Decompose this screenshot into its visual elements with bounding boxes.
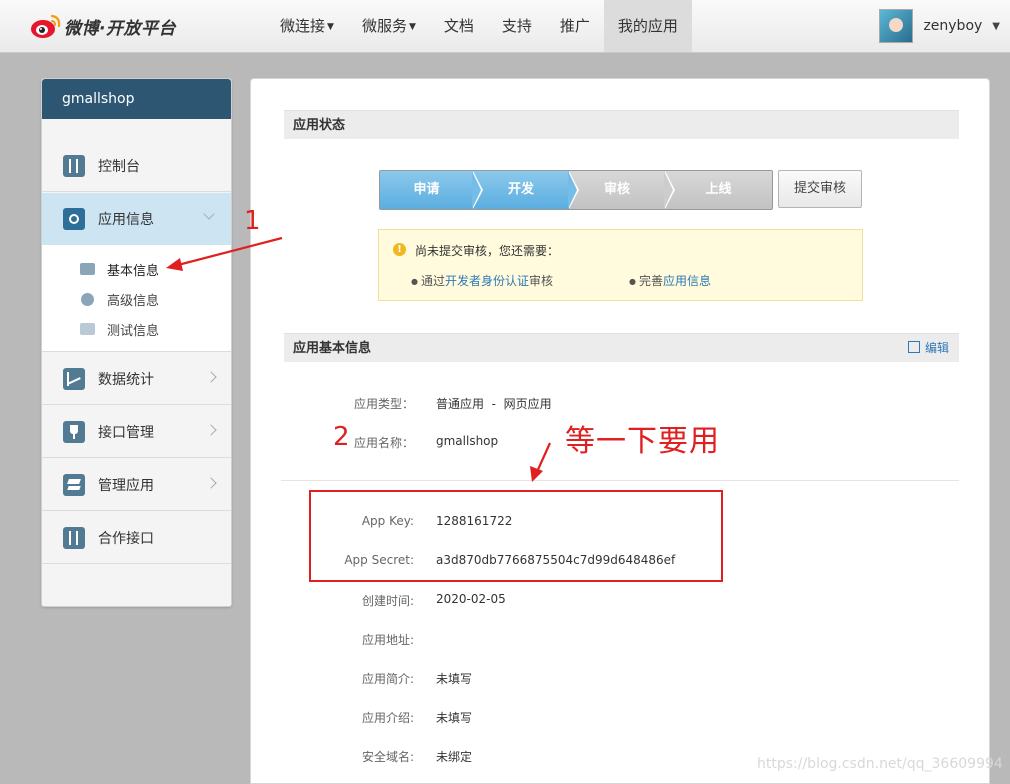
annotation-arrow-1 [173,236,283,268]
step-arrow [568,171,577,209]
annotation-marker-1: 1 [244,206,261,236]
annotation-note: 等一下要用 [565,424,720,459]
step-arrow [664,171,673,209]
annotation-arrowhead-1 [166,258,183,271]
step-arrow [472,171,481,209]
annotation-arrowhead-2 [530,466,543,482]
watermark: https://blog.csdn.net/qq_36609994 [757,756,1003,772]
annotation-arrows [166,236,552,482]
annotation-marker-2: 2 [333,422,350,452]
